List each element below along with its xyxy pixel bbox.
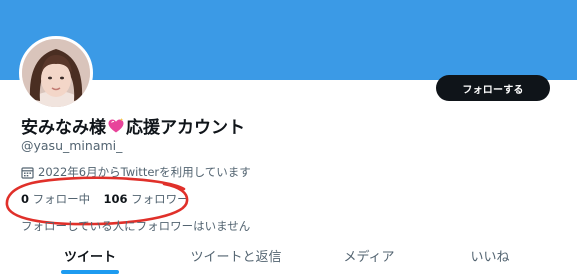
tab-tweets[interactable]: ツイート	[50, 240, 130, 274]
display-name-suffix: 応援アカウント	[126, 118, 245, 138]
follow-button[interactable]: フォローする	[436, 75, 550, 101]
user-handle: @yasu_minami_	[21, 138, 123, 153]
display-name: 安みなみ様 応援アカウント	[21, 113, 245, 138]
tab-likes[interactable]: いいね	[455, 240, 525, 274]
avatar-photo	[22, 39, 90, 107]
avatar[interactable]	[19, 36, 93, 110]
display-name-prefix: 安みなみ様	[21, 118, 106, 138]
mutual-followers-note: フォローしている人にフォロワーはいません	[21, 219, 251, 233]
sparkling-heart-icon	[107, 117, 125, 135]
profile-tabs: ツイート ツイートと返信 メディア いいね	[0, 240, 577, 274]
tab-media[interactable]: メディア	[324, 240, 414, 274]
active-tab-indicator	[61, 270, 119, 274]
tab-tweets-and-replies[interactable]: ツイートと返信	[176, 240, 296, 274]
